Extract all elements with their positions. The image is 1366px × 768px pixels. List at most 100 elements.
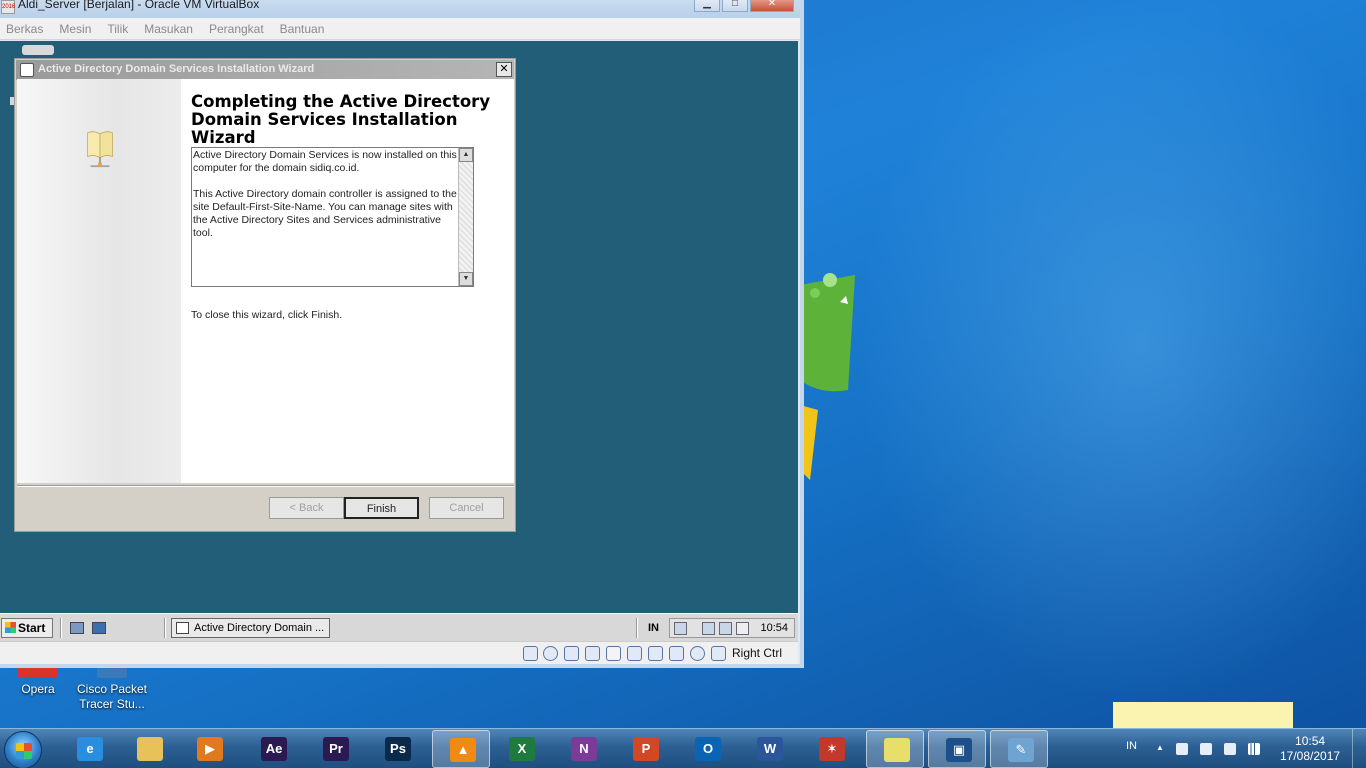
taskbar-button-media-player[interactable]: ▶ <box>180 730 238 768</box>
start-orb[interactable] <box>4 731 42 768</box>
sticky-notes-icon <box>884 738 910 762</box>
close-icon[interactable]: ✕ <box>750 0 794 12</box>
taskbar-button-ie[interactable]: e <box>60 730 118 768</box>
menu-bantuan[interactable]: Bantuan <box>280 22 325 36</box>
taskbar-button-outlook[interactable]: O <box>678 730 736 768</box>
start-label: Start <box>18 621 46 635</box>
network-adapter-icon[interactable] <box>648 646 663 661</box>
language-indicator[interactable]: IN <box>648 622 659 634</box>
taskbar-button-file-explorer[interactable] <box>120 730 178 768</box>
guest-clock: 10:54 <box>760 622 788 634</box>
shared-folders-icon[interactable] <box>606 646 621 661</box>
host-key-label: Right Ctrl <box>732 646 783 660</box>
summary-textbox[interactable]: Active Directory Domain Services is now … <box>191 147 474 287</box>
media-player-icon: ▶ <box>197 737 223 761</box>
powerpoint-icon: P <box>633 737 659 761</box>
start-button[interactable]: Start <box>1 618 53 638</box>
hard-disk-icon[interactable] <box>523 646 538 661</box>
wizard-heading: Completing the Active Directory Domain S… <box>191 92 491 147</box>
taskbar-button-onenote[interactable]: N <box>554 730 612 768</box>
clock-date: 17/08/2017 <box>1280 749 1341 763</box>
minimize-icon[interactable]: ▁ <box>694 0 720 12</box>
show-desktop-button[interactable] <box>1352 729 1366 768</box>
close-instruction: To close this wizard, click Finish. <box>191 309 343 321</box>
summary-paragraph-1: Active Directory Domain Services is now … <box>193 149 457 174</box>
server-icon[interactable] <box>702 622 715 635</box>
sticky-note[interactable] <box>1113 702 1293 728</box>
scroll-up-icon[interactable]: ▲ <box>459 148 473 162</box>
server-manager-icon[interactable] <box>70 622 84 634</box>
ad-ds-wizard-dialog: Active Directory Domain Services Install… <box>14 58 516 532</box>
virtualbox-icon: ▣ <box>946 738 972 762</box>
taskbar-button-word[interactable]: W <box>740 730 798 768</box>
file-explorer-icon <box>137 737 163 761</box>
language-indicator[interactable]: IN <box>1126 740 1137 752</box>
action-center-icon[interactable] <box>1176 743 1188 755</box>
usb-icon[interactable] <box>585 646 600 661</box>
desktop-wallpaper-glow <box>806 0 1366 768</box>
taskbar-button-sticky-notes[interactable] <box>866 730 924 768</box>
wizard-icon <box>20 63 34 77</box>
volume-muted-icon[interactable] <box>736 622 749 635</box>
network-icon[interactable] <box>674 622 687 635</box>
scroll-down-icon[interactable]: ▼ <box>459 272 473 286</box>
vbox-titlebar[interactable]: 2016 Aldi_Server [Berjalan] - Oracle VM … <box>0 0 800 18</box>
ie-icon: e <box>77 737 103 761</box>
taskbar-button-after-effects[interactable]: Ae <box>244 730 302 768</box>
host-clock[interactable]: 10:54 17/08/2017 <box>1280 734 1340 764</box>
menu-masukan[interactable]: Masukan <box>144 22 193 36</box>
outlook-icon: O <box>695 737 721 761</box>
show-hidden-icons-icon[interactable]: ▲ <box>1156 743 1164 755</box>
video-capture-icon[interactable] <box>669 646 684 661</box>
optical-drive-icon[interactable] <box>543 646 558 661</box>
taskbar-button-paint[interactable]: ✎ <box>990 730 1048 768</box>
button-separator <box>17 485 514 487</box>
finish-button[interactable]: Finish <box>344 497 419 519</box>
vbox-status-bar: Right Ctrl <box>0 641 798 664</box>
excel-icon: X <box>509 737 535 761</box>
display-icon[interactable] <box>627 646 642 661</box>
taskbar-item-ad-ds-wizard[interactable]: Active Directory Domain ... <box>171 618 330 638</box>
desktop-icon-opera[interactable]: Opera <box>0 664 78 697</box>
close-icon[interactable]: ✕ <box>496 62 512 77</box>
menu-perangkat[interactable]: Perangkat <box>209 22 264 36</box>
power-icon[interactable] <box>1200 743 1212 755</box>
taskbar-button-packet-tracer[interactable]: ✶ <box>802 730 860 768</box>
virtualbox-window: 2016 Aldi_Server [Berjalan] - Oracle VM … <box>0 0 804 668</box>
audio-icon[interactable] <box>564 646 579 661</box>
taskbar-separator <box>60 618 62 638</box>
taskbar-button-powerpoint[interactable]: P <box>616 730 674 768</box>
desktop-icon-cisco-packet-tracer[interactable]: Cisco Packet Tracer Stu... <box>72 664 152 712</box>
taskbar-button-premiere[interactable]: Pr <box>306 730 364 768</box>
menu-mesin[interactable]: Mesin <box>59 22 91 36</box>
network-connection-icon[interactable] <box>719 622 732 635</box>
onenote-icon: N <box>571 737 597 761</box>
dialog-title: Active Directory Domain Services Install… <box>38 63 315 75</box>
cpu-virtualization-icon[interactable] <box>690 646 705 661</box>
taskbar-button-excel[interactable]: X <box>492 730 550 768</box>
mouse-integration-icon[interactable] <box>711 646 726 661</box>
maximize-icon[interactable]: □ <box>722 0 748 12</box>
volume-icon[interactable] <box>1224 743 1236 755</box>
packet-tracer-icon: ✶ <box>819 737 845 761</box>
taskbar-button-vlc[interactable]: ▲ <box>432 730 490 768</box>
cancel-button[interactable]: Cancel <box>429 497 504 519</box>
desktop-icon-label: Opera <box>21 682 55 696</box>
windows-flag-icon <box>5 622 16 633</box>
signal-strength-icon[interactable] <box>1248 743 1260 755</box>
windows-logo-wallpaper <box>800 273 855 480</box>
back-button[interactable]: < Back <box>269 497 344 519</box>
recycle-bin-icon[interactable] <box>22 45 54 55</box>
taskbar-item-label: Active Directory Domain ... <box>194 622 325 634</box>
dialog-titlebar[interactable]: Active Directory Domain Services Install… <box>16 60 514 80</box>
menu-tilik[interactable]: Tilik <box>107 22 128 36</box>
guest-taskbar: Start Active Directory Domain ... IN 10:… <box>0 613 798 641</box>
wizard-side-panel <box>17 79 181 483</box>
taskbar-button-photoshop[interactable]: Ps <box>368 730 426 768</box>
show-desktop-icon[interactable] <box>92 622 106 634</box>
taskbar-button-virtualbox[interactable]: ▣ <box>928 730 986 768</box>
menu-berkas[interactable]: Berkas <box>6 22 43 36</box>
vbox-menubar: Berkas Mesin Tilik Masukan Perangkat Ban… <box>0 18 800 40</box>
vertical-scrollbar[interactable]: ▲ ▼ <box>458 148 473 286</box>
after-effects-icon: Ae <box>261 737 287 761</box>
